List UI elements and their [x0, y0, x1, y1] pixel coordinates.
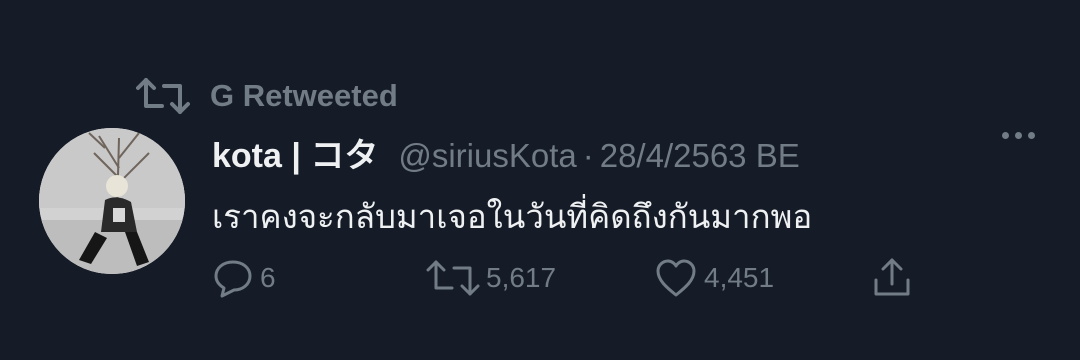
- reply-count: 6: [260, 262, 276, 293]
- tweet-text: เราคงจะกลับมาเจอในวันที่คิดถึงกันมากพอ: [212, 198, 813, 235]
- author-display-name[interactable]: kota | コタ: [212, 128, 378, 177]
- more-dot: [1015, 132, 1022, 139]
- author-handle[interactable]: @siriusKota: [398, 137, 576, 175]
- retweet-icon: [426, 260, 480, 296]
- more-icon[interactable]: [1002, 132, 1035, 139]
- retweet-button[interactable]: 5,617: [426, 256, 556, 300]
- like-count: 4,451: [704, 262, 775, 293]
- retweet-banner: G Retweeted: [136, 76, 398, 116]
- retweet-icon: [136, 78, 190, 114]
- more-dot: [1028, 132, 1035, 139]
- retweeted-by-label: G Retweeted: [210, 78, 398, 113]
- reply-button[interactable]: 6: [212, 256, 276, 300]
- tweet-timestamp[interactable]: 28/4/2563 BE: [600, 137, 800, 175]
- reply-icon: [214, 260, 252, 298]
- avatar[interactable]: [39, 128, 185, 274]
- share-icon: [874, 258, 910, 296]
- heart-icon: [656, 259, 696, 297]
- retweet-count: 5,617: [486, 262, 557, 293]
- more-dot: [1002, 132, 1009, 139]
- tweet-actions: 6 5,617 4,451: [212, 256, 932, 300]
- share-button[interactable]: [872, 256, 912, 300]
- tweet-card[interactable]: G Retweeted kota | コタ @siriusKota · 28/4…: [0, 0, 1080, 360]
- separator-dot: ·: [582, 137, 594, 174]
- tweet-header: kota | コタ @siriusKota · 28/4/2563 BE: [212, 128, 800, 175]
- like-button[interactable]: 4,451: [654, 256, 774, 300]
